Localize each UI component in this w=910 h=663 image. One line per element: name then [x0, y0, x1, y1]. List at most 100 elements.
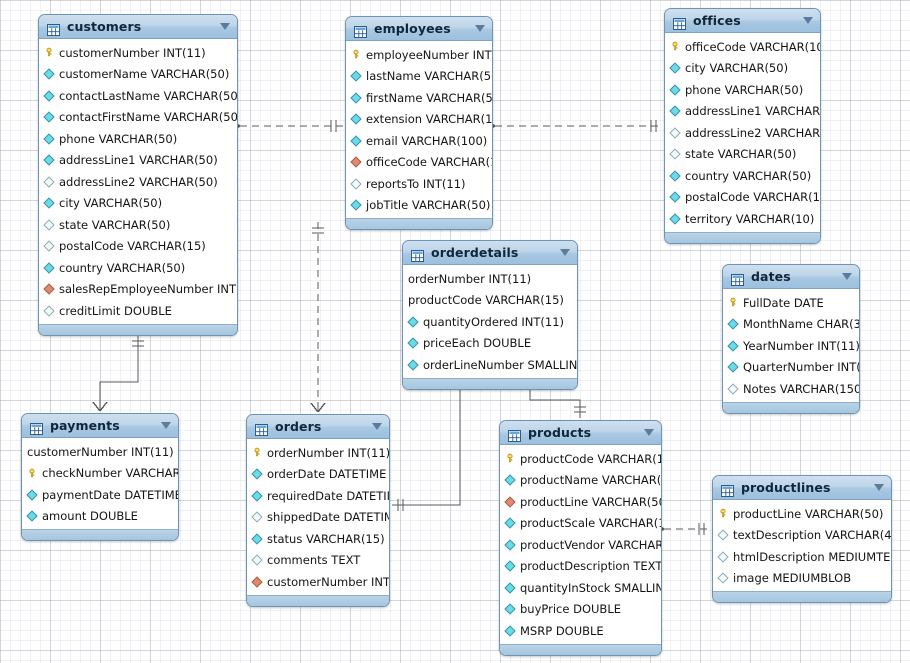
table-field[interactable]: officeCode VARCHAR(10) — [346, 152, 492, 174]
table-products[interactable]: products productCode VARCHAR(15)productNa… — [499, 420, 662, 656]
table-field[interactable]: productCode VARCHAR(15) — [403, 290, 577, 312]
table-field[interactable]: orderDate DATETIME — [247, 464, 389, 486]
field-type: DATETIME — [124, 487, 179, 502]
table-header-products[interactable]: products — [500, 421, 661, 445]
table-field[interactable]: textDescription VARCHAR(4000) — [713, 525, 891, 547]
table-field[interactable]: orderNumber INT(11) — [403, 268, 577, 290]
table-header-orderdetails[interactable]: orderdetails — [403, 241, 577, 265]
table-field[interactable]: htmlDescription MEDIUMTEXT — [713, 546, 891, 568]
table-header-dates[interactable]: dates — [723, 265, 859, 289]
table-field[interactable]: email VARCHAR(100) — [346, 130, 492, 152]
table-field[interactable]: city VARCHAR(50) — [39, 193, 237, 215]
link-products-productlines[interactable] — [654, 522, 710, 536]
table-field[interactable]: jobTitle VARCHAR(50) — [346, 195, 492, 217]
chevron-down-icon[interactable] — [220, 23, 230, 30]
table-field[interactable]: contactLastName VARCHAR(50) — [39, 85, 237, 107]
table-field[interactable]: paymentDate DATETIME — [22, 484, 178, 506]
chevron-down-icon[interactable] — [161, 422, 171, 429]
table-field[interactable]: YearNumber INT(11) — [723, 335, 859, 357]
table-field[interactable]: state VARCHAR(50) — [39, 214, 237, 236]
table-field[interactable]: firstName VARCHAR(50) — [346, 87, 492, 109]
table-field[interactable]: MonthName CHAR(3) — [723, 314, 859, 336]
table-field[interactable]: city VARCHAR(50) — [665, 58, 820, 80]
table-offices[interactable]: offices officeCode VARCHAR(10) city VARCHA… — [664, 8, 821, 244]
table-customers[interactable]: customers customerNumber INT(11) customerN… — [38, 14, 238, 336]
table-field[interactable]: FullDate DATE — [723, 292, 859, 314]
table-field[interactable]: customerNumber INT(11) — [247, 571, 389, 593]
table-field[interactable]: addressLine1 VARCHAR(50) — [39, 150, 237, 172]
table-field[interactable]: salesRepEmployeeNumber INT(11) — [39, 279, 237, 301]
table-productlines[interactable]: productlines productLine VARCHAR(50) textD… — [712, 475, 892, 603]
table-field[interactable]: phone VARCHAR(50) — [39, 128, 237, 150]
link-payments-customers[interactable] — [92, 335, 144, 412]
table-field[interactable]: productVendor VARCHAR(50) — [500, 534, 661, 556]
chevron-down-icon[interactable] — [644, 429, 654, 436]
table-field[interactable]: MSRP DOUBLE — [500, 620, 661, 642]
table-field[interactable]: customerName VARCHAR(50) — [39, 64, 237, 86]
table-field[interactable]: reportsTo INT(11) — [346, 173, 492, 195]
field-name: checkNumber — [42, 466, 122, 481]
table-field[interactable]: productLine VARCHAR(50) — [500, 491, 661, 513]
link-customers-employees[interactable] — [230, 119, 343, 133]
chevron-down-icon[interactable] — [475, 25, 485, 32]
table-field[interactable]: lastName VARCHAR(50) — [346, 66, 492, 88]
table-field[interactable]: productDescription TEXT — [500, 556, 661, 578]
table-field[interactable]: employeeNumber INT(11) — [346, 44, 492, 66]
table-header-payments[interactable]: payments — [22, 414, 178, 438]
link-employees-offices[interactable] — [485, 119, 662, 133]
er-diagram-canvas[interactable]: customers customerNumber INT(11) customerN… — [0, 0, 910, 663]
table-field[interactable]: country VARCHAR(50) — [39, 257, 237, 279]
table-field[interactable]: Notes VARCHAR(150) — [723, 378, 859, 400]
table-field[interactable]: creditLimit DOUBLE — [39, 300, 237, 322]
table-field[interactable]: amount DOUBLE — [22, 506, 178, 528]
table-payments[interactable]: payments customerNumber INT(11) checkNumbe… — [21, 413, 179, 541]
table-field[interactable]: quantityOrdered INT(11) — [403, 311, 577, 333]
table-field[interactable]: postalCode VARCHAR(15) — [39, 236, 237, 258]
table-field[interactable]: shippedDate DATETIME — [247, 507, 389, 529]
table-field[interactable]: QuarterNumber INT(11) — [723, 357, 859, 379]
table-field[interactable]: status VARCHAR(15) — [247, 528, 389, 550]
table-field[interactable]: customerNumber INT(11) — [22, 441, 178, 463]
table-field[interactable]: image MEDIUMBLOB — [713, 568, 891, 590]
table-field[interactable]: checkNumber VARCHAR(50) — [22, 463, 178, 485]
table-field[interactable]: territory VARCHAR(10) — [665, 208, 820, 230]
table-field[interactable]: state VARCHAR(50) — [665, 144, 820, 166]
table-field[interactable]: productLine VARCHAR(50) — [713, 503, 891, 525]
table-field[interactable]: addressLine1 VARCHAR(50) — [665, 101, 820, 123]
table-field[interactable]: extension VARCHAR(10) — [346, 109, 492, 131]
table-field[interactable]: contactFirstName VARCHAR(50) — [39, 107, 237, 129]
table-field[interactable]: quantityInStock SMALLINT(6) — [500, 577, 661, 599]
table-field[interactable]: orderLineNumber SMALLINT(6) — [403, 354, 577, 376]
chevron-down-icon[interactable] — [842, 273, 852, 280]
table-field[interactable]: orderNumber INT(11) — [247, 442, 389, 464]
table-field[interactable]: comments TEXT — [247, 550, 389, 572]
table-header-offices[interactable]: offices — [665, 9, 820, 33]
table-field[interactable]: buyPrice DOUBLE — [500, 599, 661, 621]
table-header-customers[interactable]: customers — [39, 15, 237, 39]
table-header-employees[interactable]: employees — [346, 17, 492, 41]
table-field[interactable]: country VARCHAR(50) — [665, 165, 820, 187]
link-orderdetails-orders[interactable] — [392, 377, 467, 511]
table-header-productlines[interactable]: productlines — [713, 476, 891, 500]
table-field[interactable]: addressLine2 VARCHAR(50) — [665, 122, 820, 144]
table-field[interactable]: requiredDate DATETIME — [247, 485, 389, 507]
table-field[interactable]: addressLine2 VARCHAR(50) — [39, 171, 237, 193]
table-field[interactable]: phone VARCHAR(50) — [665, 79, 820, 101]
table-orderdetails[interactable]: orderdetails orderNumber INT(11) productCo… — [402, 240, 578, 390]
table-field[interactable]: postalCode VARCHAR(15) — [665, 187, 820, 209]
table-field[interactable]: customerNumber INT(11) — [39, 42, 237, 64]
table-orders[interactable]: orders orderNumber INT(11) orderDate DATET… — [246, 414, 390, 607]
table-employees[interactable]: employees employeeNumber INT(11)lastName … — [345, 16, 493, 230]
table-header-orders[interactable]: orders — [247, 415, 389, 439]
table-field[interactable]: officeCode VARCHAR(10) — [665, 36, 820, 58]
table-field[interactable]: productCode VARCHAR(15) — [500, 448, 661, 470]
table-field[interactable]: productScale VARCHAR(10) — [500, 513, 661, 535]
table-field[interactable]: productName VARCHAR(70) — [500, 470, 661, 492]
table-dates[interactable]: dates FullDate DATEMonthName CHAR(3)YearN… — [722, 264, 860, 414]
link-orders-customers[interactable] — [310, 222, 326, 413]
chevron-down-icon[interactable] — [560, 249, 570, 256]
chevron-down-icon[interactable] — [372, 423, 382, 430]
chevron-down-icon[interactable] — [803, 17, 813, 24]
chevron-down-icon[interactable] — [874, 484, 884, 491]
table-field[interactable]: priceEach DOUBLE — [403, 333, 577, 355]
